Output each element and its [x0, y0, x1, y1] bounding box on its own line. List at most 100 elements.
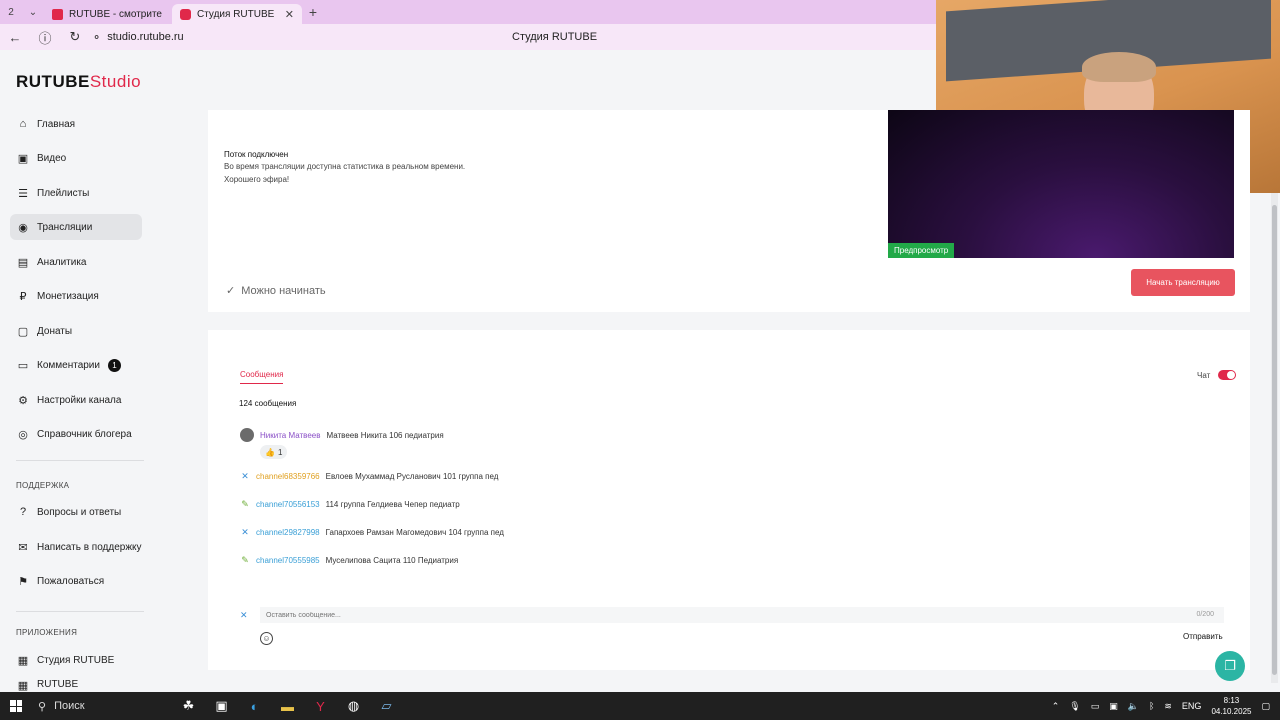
sidebar-item-home[interactable]: ⌂ Главная [10, 111, 142, 137]
start-button[interactable] [0, 700, 32, 712]
browser-address-bar: ← ⓘ ↻ ⚬ studio.rutube.ru Студия RUTUBE [0, 24, 936, 50]
studio-favicon-icon [180, 8, 191, 20]
video-icon: ▣ [17, 152, 29, 165]
url-text: studio.rutube.ru [107, 31, 184, 43]
sidebar-item-label: RUTUBE [37, 679, 79, 690]
clock-time: 8:13 [1223, 696, 1240, 705]
sidebar-item-monetization[interactable]: ₽ Монетизация [10, 283, 142, 309]
sidebar-item-blogger-guide[interactable]: ◎ Справочник блогера [10, 421, 142, 447]
logo-suffix: Studio [89, 72, 142, 91]
guide-icon: ◎ [18, 428, 28, 441]
sidebar-item-rutube-app[interactable]: ▦ RUTUBE [10, 679, 142, 692]
new-tab-button[interactable]: + [302, 4, 324, 20]
taskbar-search[interactable]: ⚲ Поиск [32, 692, 172, 720]
sidebar-item-donates[interactable]: ▢ Донаты [10, 318, 142, 344]
sidebar-item-label: Монетизация [37, 290, 99, 302]
chat-message-input[interactable] [260, 607, 1224, 623]
tab-list-chevron-icon[interactable]: ⌄ [22, 0, 44, 24]
emoji-icon[interactable]: ☺ [260, 632, 273, 645]
windows-logo-icon [10, 700, 22, 712]
message-reaction[interactable]: 👍 1 [260, 445, 288, 459]
rutube-app-icon: ▦ [17, 679, 29, 692]
windows-taskbar: ⚲ Поиск ☘ ▣ ◐ ▬ Y ◍ ▱ ⌃ 🎙 ▭ ▣ 🔈 ᛒ ≋ ENG … [0, 692, 1280, 720]
stream-preview[interactable]: Предпросмотр [888, 110, 1234, 258]
flag-icon: ⚑ [18, 575, 28, 588]
volume-icon[interactable]: 🔈 [1128, 701, 1139, 712]
notifications-icon[interactable]: ▢ [1261, 701, 1270, 712]
message-author[interactable]: channel70556153 [256, 500, 320, 509]
sidebar-item-label: Плейлисты [37, 187, 90, 199]
playlist-icon: ☰ [18, 187, 28, 200]
tab-counter[interactable]: 2 [0, 0, 22, 24]
channel-avatar-icon[interactable]: ✕ [240, 527, 250, 537]
sidebar-item-studio-app[interactable]: ▦ Студия RUTUBE [10, 647, 142, 673]
reload-icon[interactable]: ↻ [60, 29, 90, 45]
bookmark-icon[interactable]: ⓘ [30, 28, 60, 47]
close-tab-icon[interactable]: ✕ [285, 8, 294, 21]
sidebar-item-comments[interactable]: ▭ Комментарии 1 [10, 352, 142, 378]
browser-tab-rutube[interactable]: RUTUBE - смотрите виде [44, 4, 172, 24]
sidebar-item-label: Вопросы и ответы [37, 506, 122, 518]
rutube-studio-logo[interactable]: RUTUBEStudio [16, 72, 141, 92]
chevron-up-icon[interactable]: ⌃ [1052, 701, 1060, 712]
message-author[interactable]: channel70555985 [256, 556, 320, 565]
start-broadcast-button[interactable]: Начать трансляцию [1131, 269, 1235, 296]
system-tray: ⌃ 🎙 ▭ ▣ 🔈 ᛒ ≋ ENG 8:13 04.10.2025 ▢ [1052, 692, 1280, 720]
bluetooth-icon[interactable]: ᛒ [1149, 701, 1154, 711]
microphone-icon[interactable]: 🎙 [1069, 701, 1080, 712]
broadcast-icon: ◉ [18, 221, 28, 234]
sidebar-item-analytics[interactable]: ▤ Аналитика [10, 249, 142, 275]
sidebar-item-label: Аналитика [37, 256, 87, 268]
url-field[interactable]: ⚬ studio.rutube.ru [92, 31, 184, 44]
task-view-icon[interactable]: ▣ [205, 692, 238, 720]
message-author[interactable]: channel68359766 [256, 472, 320, 481]
thumbs-up-icon: 👍 [265, 447, 275, 457]
avatar[interactable] [240, 428, 254, 442]
sidebar-item-channel-settings[interactable]: ⚙ Настройки канала [10, 387, 142, 413]
message-text: 114 группа Гелдиева Чепер педиатр [325, 499, 460, 509]
file-explorer-icon[interactable]: ▬ [271, 692, 304, 720]
site-info-icon[interactable]: ⚬ [92, 31, 101, 44]
notepad-icon[interactable]: ▱ [370, 692, 403, 720]
reaction-count: 1 [277, 447, 283, 457]
folder-icon[interactable]: ▭ [1091, 701, 1100, 712]
channel-avatar-icon[interactable]: ✎ [240, 499, 250, 509]
message-author[interactable]: channel29827998 [256, 528, 320, 537]
sidebar-divider [16, 460, 144, 461]
yandex-browser-icon[interactable]: Y [304, 692, 337, 720]
back-arrow-icon[interactable]: ← [0, 30, 30, 45]
send-button[interactable]: Отправить [1183, 632, 1223, 641]
sidebar-item-label: Трансляции [37, 221, 93, 233]
channel-avatar-icon[interactable]: ✎ [240, 555, 250, 565]
channel-avatar-icon[interactable]: ✕ [240, 471, 250, 481]
message-author[interactable]: Никита Матвеев [260, 431, 320, 440]
sidebar-item-faq[interactable]: ? Вопросы и ответы [10, 499, 142, 525]
mail-icon: ✉ [18, 541, 28, 554]
page-title: Студия RUTUBE [512, 31, 598, 43]
weather-widget-icon[interactable]: ☘ [172, 692, 205, 720]
tab-messages[interactable]: Сообщения [240, 370, 284, 384]
chat-toggle[interactable] [1218, 370, 1237, 380]
browser-tab-studio[interactable]: Студия RUTUBE ✕ [172, 4, 302, 24]
studio-app-icon: ▦ [17, 654, 29, 667]
preview-label: Предпросмотр [888, 243, 955, 258]
page-scrollbar[interactable] [1271, 193, 1278, 683]
sidebar-item-write-support[interactable]: ✉ Написать в поддержку [10, 534, 142, 560]
home-icon: ⌂ [19, 118, 27, 130]
sidebar-item-report[interactable]: ⚑ Пожаловаться [10, 568, 142, 594]
taskbar-clock[interactable]: 8:13 04.10.2025 [1211, 695, 1251, 717]
chat-toggle-group: Чат [1197, 370, 1237, 380]
support-chat-float-button[interactable]: ❐ [1215, 651, 1245, 681]
sidebar-item-playlists[interactable]: ☰ Плейлисты [10, 180, 142, 206]
sidebar-item-label: Настройки канала [37, 394, 122, 406]
input-language[interactable]: ENG [1182, 701, 1202, 711]
scrollbar-thumb[interactable] [1272, 205, 1277, 675]
sidebar-item-broadcasts[interactable]: ◉ Трансляции [10, 214, 142, 240]
stream-info-line: Хорошего эфира! [224, 175, 290, 184]
app-icon[interactable]: ◍ [337, 692, 370, 720]
sidebar-item-video[interactable]: ▣ Видео [10, 145, 142, 171]
edge-browser-icon[interactable]: ◐ [238, 692, 271, 720]
wifi-icon[interactable]: ≋ [1164, 701, 1172, 712]
support-section-title: ПОДДЕРЖКА [16, 481, 70, 490]
network-icon[interactable]: ▣ [1109, 701, 1118, 712]
